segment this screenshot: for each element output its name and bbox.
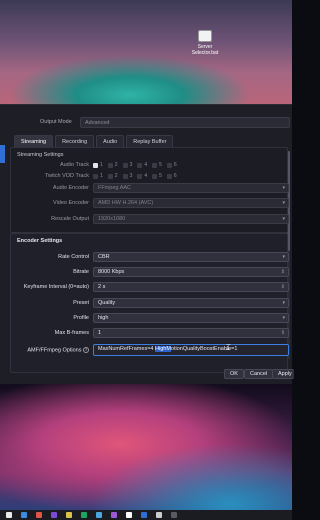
chevron-down-icon: ▾ <box>282 185 285 191</box>
audio-encoder-select[interactable]: FFmpeg AAC ▾ <box>93 183 289 193</box>
chevron-down-icon: ▾ <box>282 216 285 222</box>
twitch-vod-checkboxes: 1 2 3 4 5 6 <box>93 173 177 179</box>
keyframe-interval-spinbox[interactable]: 2 s ⇕ <box>93 282 289 292</box>
track-checkbox[interactable] <box>107 162 113 168</box>
audio-track-label: Audio Track <box>59 162 89 168</box>
stepper-arrows-icon[interactable]: ⇕ <box>281 269 285 276</box>
streaming-settings-group: Streaming Settings Audio Track 1 2 3 4 5… <box>10 147 289 233</box>
track-checkbox[interactable] <box>122 173 128 179</box>
track-checkbox[interactable] <box>166 162 172 168</box>
preset-select[interactable]: Quality ▾ <box>93 298 289 308</box>
edge-icon[interactable] <box>21 512 27 518</box>
video-encoder-select[interactable]: AMD HW H.264 (AVC) ▾ <box>93 198 289 208</box>
cancel-button[interactable]: Cancel <box>244 369 274 379</box>
rescale-output-label: Rescale Output <box>51 216 89 222</box>
output-mode-select[interactable]: Advanced <box>80 117 290 128</box>
desktop-shortcut-label: Server Selector.bat <box>191 44 219 56</box>
stepper-arrows-icon[interactable]: ⇕ <box>281 330 285 337</box>
profile-select[interactable]: high ▾ <box>93 313 289 323</box>
vscode-icon[interactable] <box>141 512 147 518</box>
chevron-down-icon: ▾ <box>282 300 285 306</box>
rescale-output-select[interactable]: 1920x1080 ▾ <box>93 214 289 224</box>
audio-encoder-label: Audio Encoder <box>52 185 89 191</box>
twitch-vod-label: Twitch VOD Track <box>44 173 89 179</box>
app-icon[interactable] <box>51 512 57 518</box>
folder-icon[interactable] <box>66 512 72 518</box>
desktop-shortcut[interactable]: Server Selector.bat <box>188 30 222 56</box>
bitrate-spinbox[interactable]: 8000 Kbps ⇕ <box>93 267 289 277</box>
track-checkbox[interactable] <box>122 162 128 168</box>
video-encoder-label: Video Encoder <box>53 200 89 206</box>
output-mode-label: Output Mode <box>40 119 72 125</box>
app-icon[interactable] <box>156 512 162 518</box>
rate-control-label: Rate Control <box>58 254 89 260</box>
track-checkbox[interactable] <box>152 173 158 179</box>
batch-file-icon <box>198 30 212 42</box>
max-bframes-spinbox[interactable]: 1 ⇕ <box>93 328 289 338</box>
app-icon[interactable] <box>81 512 87 518</box>
desktop-wallpaper: Server Selector.bat <box>0 0 292 104</box>
keyframe-interval-label: Keyframe Interval (0=auto) <box>23 284 89 290</box>
profile-label: Profile <box>73 315 89 321</box>
track-checkbox[interactable] <box>93 173 98 179</box>
track-checkbox[interactable] <box>137 173 143 179</box>
chevron-down-icon: ▾ <box>282 200 285 206</box>
text-cursor-icon: ⌶ <box>226 343 231 352</box>
app-icon[interactable] <box>96 512 102 518</box>
preset-label: Preset <box>73 300 89 306</box>
sidebar-selected-indicator <box>0 145 5 163</box>
stepper-arrows-icon[interactable]: ⇕ <box>281 284 285 291</box>
amf-options-label: AMF/FFmpeg Options ? <box>27 347 89 354</box>
ok-button[interactable]: OK <box>224 369 244 379</box>
app-icon[interactable] <box>111 512 117 518</box>
track-checkbox[interactable] <box>152 162 158 168</box>
text-selection: HighM <box>155 346 171 352</box>
app-icon[interactable] <box>36 512 42 518</box>
bitrate-label: Bitrate <box>73 269 89 275</box>
amf-options-input[interactable]: MaxNumRefFrames=4 HighMotionQualityBoost… <box>93 344 289 356</box>
track-checkbox[interactable] <box>93 162 98 168</box>
help-icon[interactable]: ? <box>83 347 89 353</box>
app-icon[interactable] <box>171 512 177 518</box>
track-checkbox[interactable] <box>137 162 143 168</box>
apply-button[interactable]: Apply <box>272 369 294 379</box>
chevron-down-icon: ▾ <box>282 254 285 260</box>
desktop-wallpaper-bottom <box>0 384 292 510</box>
streaming-settings-title: Streaming Settings <box>17 152 64 158</box>
encoder-settings-group: Encoder Settings Rate Control CBR ▾ Bitr… <box>10 233 289 373</box>
taskbar <box>0 510 292 520</box>
rate-control-select[interactable]: CBR ▾ <box>93 252 289 262</box>
max-bframes-label: Max B-frames <box>54 330 89 336</box>
audio-track-checkboxes: 1 2 3 4 5 6 <box>93 162 177 168</box>
obs-icon[interactable] <box>126 512 132 518</box>
start-icon[interactable] <box>6 512 12 518</box>
chevron-down-icon: ▾ <box>282 315 285 321</box>
encoder-settings-title: Encoder Settings <box>17 238 63 244</box>
obs-settings-window: Output Mode Advanced Streaming Recording… <box>0 104 294 384</box>
track-checkbox[interactable] <box>107 173 113 179</box>
track-checkbox[interactable] <box>166 173 172 179</box>
